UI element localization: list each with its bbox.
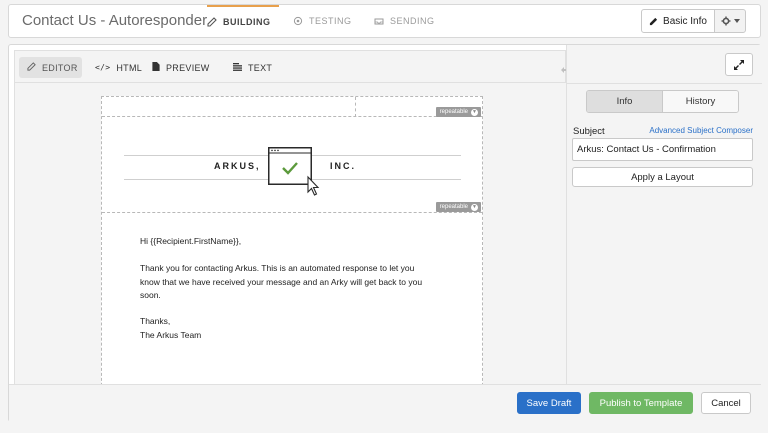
- expand-icon: [734, 59, 744, 70]
- html-mode-button[interactable]: </> HTML: [87, 57, 150, 78]
- subject-input[interactable]: [572, 138, 753, 161]
- apply-layout-label: Apply a Layout: [631, 171, 694, 183]
- text-mode-button[interactable]: TEXT: [225, 57, 280, 78]
- email-canvas: repeatable ▼ ARKUS, INC. repeatable ▼ Hi…: [14, 83, 566, 384]
- advanced-subject-composer-link[interactable]: Advanced Subject Composer: [649, 126, 753, 135]
- save-draft-label: Save Draft: [526, 397, 572, 409]
- target-icon: [293, 16, 303, 26]
- publish-to-template-button[interactable]: Publish to Template: [589, 392, 693, 414]
- code-icon: </>: [95, 63, 111, 72]
- email-paragraph-line-3: soon.: [140, 290, 161, 300]
- editor-workspace: EDITOR </> HTML PREVIEW TEXT repeatable …: [8, 44, 762, 422]
- tab-building-label: BUILDING: [223, 17, 271, 27]
- repeatable-badge[interactable]: repeatable ▼: [435, 107, 481, 117]
- email-template: repeatable ▼ ARKUS, INC. repeatable ▼ Hi…: [101, 96, 483, 384]
- column-divider: [355, 97, 356, 117]
- chevron-down-icon: [733, 19, 740, 23]
- apply-layout-button[interactable]: Apply a Layout: [572, 167, 753, 187]
- editor-toolbar: EDITOR </> HTML PREVIEW TEXT: [14, 50, 575, 83]
- header-row[interactable]: repeatable ▼: [102, 97, 482, 117]
- edit-icon: [207, 17, 217, 27]
- subject-label: Subject: [573, 126, 605, 137]
- email-signoff: Thanks,: [140, 316, 171, 326]
- email-paragraph-line-1: Thank you for contacting Arkus. This is …: [140, 263, 415, 273]
- text-mode-label: TEXT: [248, 62, 273, 73]
- tab-testing-label: TESTING: [309, 16, 352, 26]
- logo-text-right: INC.: [328, 161, 358, 171]
- tab-sending[interactable]: SENDING: [374, 5, 435, 37]
- cancel-label: Cancel: [711, 397, 741, 409]
- top-bar: Contact Us - Autoresponder BUILDING TEST…: [8, 4, 761, 38]
- publish-label: Publish to Template: [599, 397, 683, 409]
- side-panel: Info History Subject Advanced Subject Co…: [566, 45, 762, 384]
- tab-testing[interactable]: TESTING: [293, 5, 352, 37]
- page-title: Contact Us - Autoresponder: [22, 12, 208, 29]
- tab-sending-label: SENDING: [390, 16, 435, 26]
- repeatable-badge[interactable]: repeatable ▼: [435, 202, 481, 212]
- basic-info-button[interactable]: Basic Info: [641, 9, 715, 33]
- chevron-down-icon: ▼: [471, 203, 478, 211]
- email-body[interactable]: Hi {{Recipient.FirstName}}, Thank you fo…: [102, 213, 482, 384]
- cancel-button[interactable]: Cancel: [701, 392, 751, 414]
- document-icon: [152, 62, 160, 73]
- tab-info[interactable]: Info: [587, 91, 663, 112]
- email-signature: The Arkus Team: [140, 330, 202, 340]
- inbox-icon: [374, 16, 384, 26]
- pencil-icon: [649, 17, 658, 26]
- logo-text-left: ARKUS,: [212, 161, 263, 171]
- gear-icon: [721, 16, 731, 26]
- repeatable-label: repeatable: [439, 109, 468, 115]
- save-draft-button[interactable]: Save Draft: [517, 392, 581, 414]
- text-lines-icon: [233, 62, 242, 73]
- settings-dropdown-button[interactable]: [714, 9, 746, 33]
- action-footer: Save Draft Publish to Template Cancel: [9, 384, 761, 422]
- html-mode-label: HTML: [116, 62, 143, 73]
- edit-icon: [27, 62, 36, 73]
- side-toolbar-divider: [567, 83, 762, 84]
- expand-button[interactable]: [725, 53, 753, 76]
- editor-mode-label: EDITOR: [42, 62, 78, 73]
- preview-mode-label: PREVIEW: [166, 62, 210, 73]
- basic-info-label: Basic Info: [663, 15, 707, 27]
- email-greeting: Hi {{Recipient.FirstName}},: [140, 236, 242, 246]
- preview-mode-button[interactable]: PREVIEW: [144, 57, 218, 78]
- repeatable-label: repeatable: [439, 204, 468, 210]
- email-paragraph-line-2: know that we have received your message …: [140, 276, 423, 287]
- editor-mode-button[interactable]: EDITOR: [19, 57, 82, 78]
- tab-building[interactable]: BUILDING: [207, 5, 279, 37]
- tab-history[interactable]: History: [663, 91, 738, 112]
- chevron-down-icon: ▼: [471, 108, 478, 116]
- side-panel-tabs: Info History: [586, 90, 739, 113]
- logo-row[interactable]: ARKUS, INC. repeatable ▼: [102, 117, 482, 213]
- browser-check-logo-icon: [268, 147, 320, 196]
